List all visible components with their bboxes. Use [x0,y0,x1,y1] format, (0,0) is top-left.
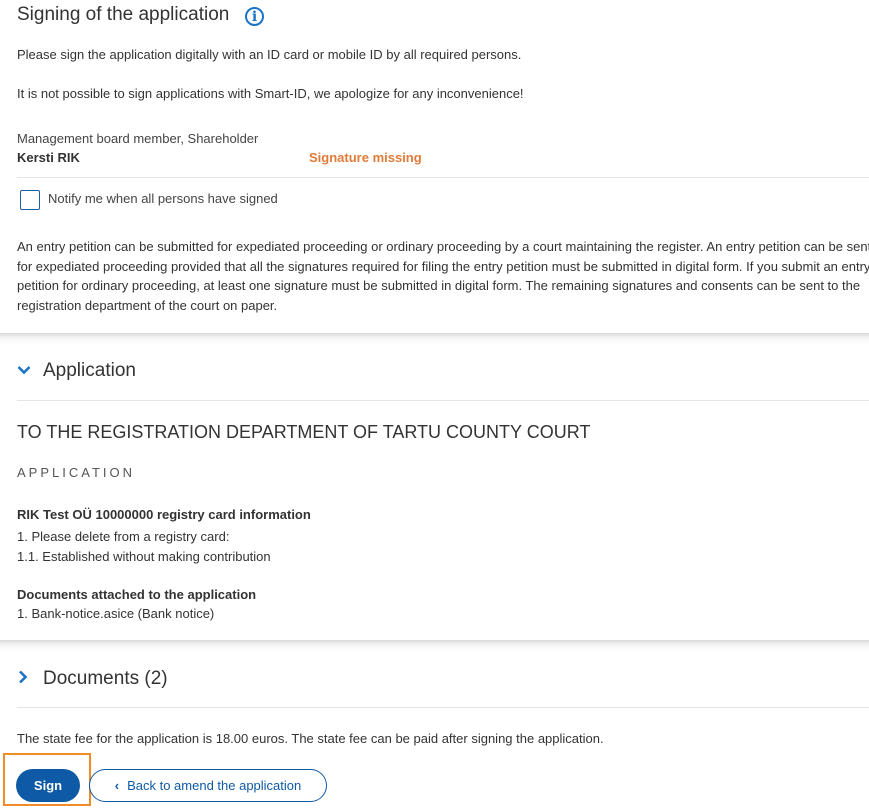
notify-checkbox-label[interactable]: Notify me when all persons have signed [48,191,278,206]
document-type: APPLICATION [17,465,136,480]
back-to-amend-button[interactable]: ‹ Back to amend the application [89,769,327,802]
application-section-toggle[interactable]: Application [17,360,136,382]
chevron-left-icon: ‹ [114,778,120,793]
documents-section-toggle[interactable]: Documents (2) [17,668,168,690]
sign-intro-text: Please sign the application digitally wi… [17,47,522,62]
state-fee-text: The state fee for the application is 18.… [17,731,604,746]
divider [17,177,869,178]
section-separator [0,333,869,345]
attachment-item: 1. Bank-notice.asice (Bank notice) [17,606,215,621]
back-button-label: Back to amend the application [127,778,302,793]
signature-status: Signature missing [309,150,422,165]
registry-line: 1.1. Established without making contribu… [17,549,271,564]
registry-card-title: RIK Test OÜ 10000000 registry card infor… [17,507,311,522]
chevron-down-icon [17,362,37,380]
info-icon[interactable]: i [245,7,264,26]
signer-roles: Management board member, Shareholder [17,131,259,146]
notify-checkbox[interactable] [20,190,40,210]
page-title: Signing of the application [17,4,230,25]
sign-button[interactable]: Sign [16,769,80,802]
section-separator [0,640,869,652]
attachments-title: Documents attached to the application [17,587,257,602]
court-heading: TO THE REGISTRATION DEPARTMENT OF TARTU … [17,422,591,442]
smartid-note: It is not possible to sign applications … [17,86,524,101]
application-section-title: Application [43,360,136,381]
signer-name: Kersti RIK [17,150,80,165]
registry-line: 1. Please delete from a registry card: [17,529,230,544]
chevron-right-icon [17,670,37,689]
divider [17,400,869,401]
divider [17,707,869,708]
proceeding-explanation: An entry petition can be submitted for e… [17,239,869,313]
documents-section-title: Documents (2) [43,668,168,689]
